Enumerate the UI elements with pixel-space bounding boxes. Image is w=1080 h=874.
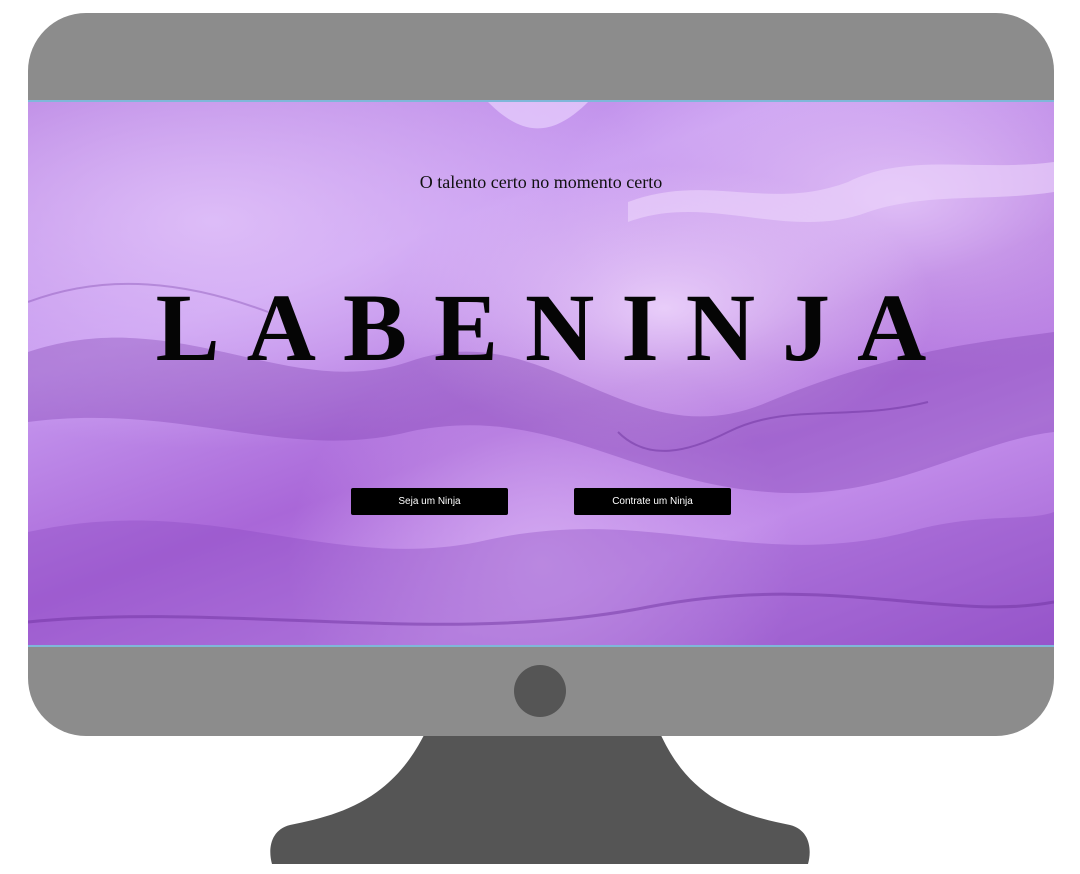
screen: O talento certo no momento certo LABENIN… [28,100,1054,647]
join-ninja-button[interactable]: Seja um Ninja [351,488,508,515]
power-button-icon [514,665,566,717]
hire-ninja-button[interactable]: Contrate um Ninja [574,488,731,515]
brand-title: LABENINJA [155,274,954,381]
monitor-mockup: O talento certo no momento certo LABENIN… [0,0,1080,874]
hero-tagline: O talento certo no momento certo [419,172,663,192]
